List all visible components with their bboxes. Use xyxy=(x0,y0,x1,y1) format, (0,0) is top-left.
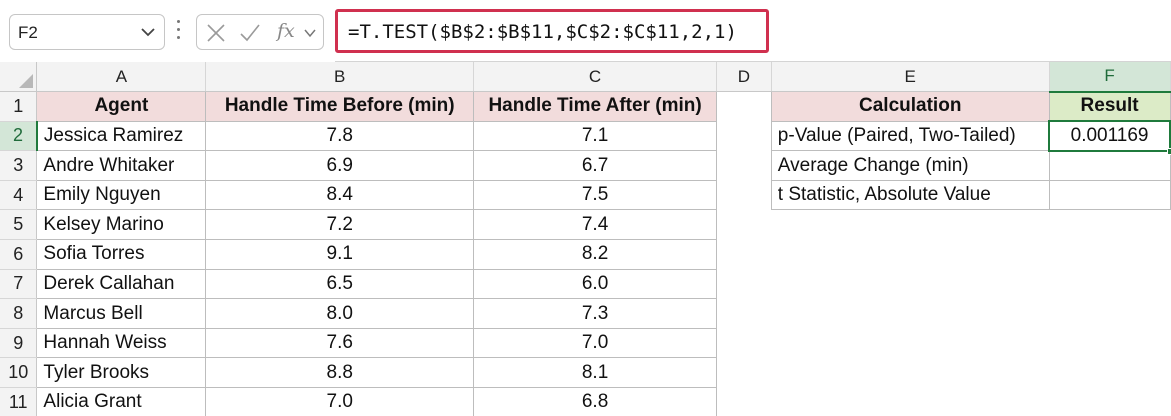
empty-cell[interactable] xyxy=(771,299,1049,329)
empty-cell[interactable] xyxy=(771,358,1049,388)
empty-cell[interactable] xyxy=(717,299,772,329)
after-cell[interactable]: 6.0 xyxy=(473,268,717,300)
empty-cell[interactable] xyxy=(717,92,772,122)
before-cell[interactable]: 8.4 xyxy=(205,179,475,211)
empty-cell[interactable] xyxy=(771,388,1049,416)
calc-label-cell[interactable]: t Statistic, Absolute Value xyxy=(770,179,1050,211)
cancel-icon[interactable] xyxy=(205,22,227,44)
before-cell[interactable]: 6.5 xyxy=(205,268,475,300)
agent-cell[interactable]: Alicia Grant xyxy=(36,387,207,416)
after-cell[interactable]: 7.1 xyxy=(473,120,717,152)
empty-cell[interactable] xyxy=(771,240,1049,270)
selected-result-cell[interactable]: 0.001169 xyxy=(1048,120,1171,155)
header-cell-calculation[interactable]: Calculation xyxy=(770,91,1050,122)
row-header-9[interactable]: 9 xyxy=(0,328,38,359)
result-cell[interactable] xyxy=(1048,179,1171,211)
empty-cell[interactable] xyxy=(1049,210,1170,240)
calc-label-cell[interactable]: Average Change (min) xyxy=(770,150,1050,181)
name-box[interactable]: F2 xyxy=(9,14,165,50)
column-header-b[interactable]: B xyxy=(205,62,475,93)
header-cell-after[interactable]: Handle Time After (min) xyxy=(473,91,717,122)
chevron-down-icon[interactable] xyxy=(303,26,317,40)
empty-cell[interactable] xyxy=(1049,358,1170,388)
row-header-10[interactable]: 10 xyxy=(0,357,38,389)
before-cell[interactable]: 6.9 xyxy=(205,150,475,181)
empty-cell[interactable] xyxy=(1049,269,1170,299)
fill-handle[interactable] xyxy=(1167,147,1171,155)
header-cell-result[interactable]: Result xyxy=(1048,91,1171,122)
after-cell[interactable]: 7.3 xyxy=(473,298,717,329)
formula-input[interactable]: =T.TEST($B$2:$B$11,$C$2:$C$11,2,1) xyxy=(335,9,769,53)
row-header-5[interactable]: 5 xyxy=(0,209,38,241)
row-header-8[interactable]: 8 xyxy=(0,298,38,329)
after-cell[interactable]: 8.1 xyxy=(473,357,717,389)
spreadsheet-grid: A B C D E F 1 Agent Handle Time Before (… xyxy=(0,62,1171,416)
empty-cell[interactable] xyxy=(717,180,772,210)
before-cell[interactable]: 9.1 xyxy=(205,239,475,270)
after-cell[interactable]: 7.4 xyxy=(473,209,717,241)
formula-bar: F2 fx =T.TEST($B$2:$B$11,$C$2:$C$11,2,1) xyxy=(0,0,1171,62)
empty-cell[interactable] xyxy=(1049,299,1170,329)
chevron-down-icon[interactable] xyxy=(140,25,156,39)
before-cell[interactable]: 8.8 xyxy=(205,357,475,389)
column-header-c[interactable]: C xyxy=(473,62,717,93)
column-header-e[interactable]: E xyxy=(771,62,1050,93)
agent-cell[interactable]: Tyler Brooks xyxy=(36,357,207,389)
empty-cell[interactable] xyxy=(717,269,772,299)
column-header-a[interactable]: A xyxy=(36,62,207,93)
header-cell-agent[interactable]: Agent xyxy=(36,91,207,122)
empty-cell[interactable] xyxy=(1049,388,1170,416)
name-box-value: F2 xyxy=(18,23,38,42)
insert-function-icon[interactable]: fx xyxy=(277,20,295,42)
agent-cell[interactable]: Sofia Torres xyxy=(36,239,207,270)
row-header-2[interactable]: 2 xyxy=(0,121,38,152)
after-cell[interactable]: 7.5 xyxy=(473,179,717,211)
row-header-1[interactable]: 1 xyxy=(0,91,38,122)
before-cell[interactable]: 8.0 xyxy=(205,298,475,329)
more-options-icon[interactable] xyxy=(175,20,181,44)
before-cell[interactable]: 7.0 xyxy=(205,387,475,416)
column-header-f[interactable]: F xyxy=(1049,62,1171,93)
before-cell[interactable]: 7.6 xyxy=(205,327,475,359)
empty-cell[interactable] xyxy=(771,328,1049,358)
agent-cell[interactable]: Andre Whitaker xyxy=(36,150,207,181)
after-cell[interactable]: 6.7 xyxy=(473,150,717,181)
row-header-7[interactable]: 7 xyxy=(0,269,38,300)
row-header-4[interactable]: 4 xyxy=(0,180,38,211)
agent-cell[interactable]: Marcus Bell xyxy=(36,298,207,329)
row-header-3[interactable]: 3 xyxy=(0,150,38,181)
agent-cell[interactable]: Hannah Weiss xyxy=(36,327,207,359)
row-header-11[interactable]: 11 xyxy=(0,387,38,416)
agent-cell[interactable]: Jessica Ramirez xyxy=(36,120,207,152)
empty-cell[interactable] xyxy=(1049,328,1170,358)
agent-cell[interactable]: Kelsey Marino xyxy=(36,209,207,241)
before-cell[interactable]: 7.8 xyxy=(205,120,475,152)
empty-cell[interactable] xyxy=(771,210,1049,240)
empty-cell[interactable] xyxy=(717,240,772,270)
result-cell[interactable] xyxy=(1048,150,1171,181)
empty-cell[interactable] xyxy=(717,388,772,416)
header-cell-before[interactable]: Handle Time Before (min) xyxy=(205,91,475,122)
select-all-corner[interactable] xyxy=(0,62,38,93)
empty-cell[interactable] xyxy=(717,151,772,181)
column-header-d[interactable]: D xyxy=(716,62,772,93)
formula-controls: fx xyxy=(196,14,324,50)
empty-cell[interactable] xyxy=(717,328,772,358)
calc-label-cell[interactable]: p-Value (Paired, Two-Tailed) xyxy=(770,120,1050,152)
agent-cell[interactable]: Emily Nguyen xyxy=(36,179,207,211)
formula-text: =T.TEST($B$2:$B$11,$C$2:$C$11,2,1) xyxy=(348,21,737,43)
empty-cell[interactable] xyxy=(717,358,772,388)
empty-cell[interactable] xyxy=(717,121,772,151)
after-cell[interactable]: 8.2 xyxy=(473,239,717,270)
before-cell[interactable]: 7.2 xyxy=(205,209,475,241)
check-icon[interactable] xyxy=(239,22,261,44)
row-header-6[interactable]: 6 xyxy=(0,239,38,270)
empty-cell[interactable] xyxy=(771,269,1049,299)
empty-cell[interactable] xyxy=(1049,240,1170,270)
after-cell[interactable]: 7.0 xyxy=(473,327,717,359)
agent-cell[interactable]: Derek Callahan xyxy=(36,268,207,300)
result-value: 0.001169 xyxy=(1070,124,1149,146)
after-cell[interactable]: 6.8 xyxy=(473,387,717,416)
empty-cell[interactable] xyxy=(717,210,772,240)
